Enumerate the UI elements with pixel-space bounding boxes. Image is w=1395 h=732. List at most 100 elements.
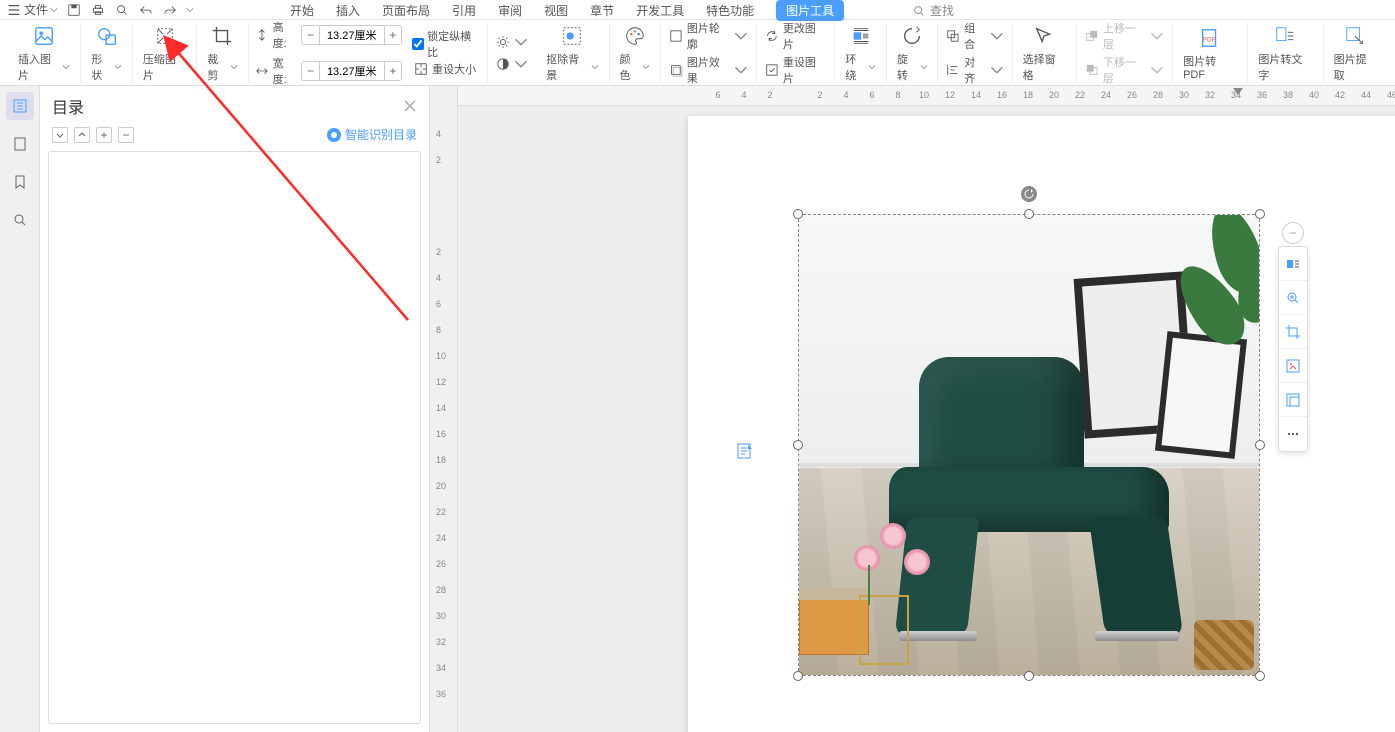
- search-placeholder: 查找: [930, 2, 954, 19]
- picture-effect-button[interactable]: 图片效果: [667, 53, 750, 87]
- height-stepper[interactable]: − +: [301, 25, 402, 45]
- outline-panel: 目录 + − 智能识别目录: [40, 86, 430, 732]
- resize-handle-bl[interactable]: [793, 671, 803, 681]
- resize-handle-mr[interactable]: [1255, 440, 1265, 450]
- sun-icon: [496, 35, 510, 49]
- group-button[interactable]: 组合: [944, 19, 1005, 53]
- resize-handle-br[interactable]: [1255, 671, 1265, 681]
- resize-handle-bc[interactable]: [1024, 671, 1034, 681]
- crop-button[interactable]: 裁剪: [203, 21, 242, 85]
- height-plus[interactable]: +: [384, 26, 401, 44]
- height-minus[interactable]: −: [302, 26, 319, 44]
- sidebar-outline[interactable]: [6, 92, 34, 120]
- save-icon[interactable]: [66, 2, 82, 18]
- sidebar-search[interactable]: [6, 206, 34, 234]
- width-icon: [255, 64, 269, 78]
- send-backward-button[interactable]: 下移一层: [1083, 53, 1166, 87]
- float-layout-icon[interactable]: [1279, 247, 1307, 281]
- remove-bg-button[interactable]: 抠除背景: [542, 21, 602, 85]
- shape-button[interactable]: 形状: [87, 21, 126, 85]
- change-icon: [765, 29, 779, 43]
- tab-chapter[interactable]: 章节: [590, 2, 614, 19]
- tab-start[interactable]: 开始: [290, 2, 314, 19]
- float-replace-icon[interactable]: [1279, 349, 1307, 383]
- change-picture-button[interactable]: 更改图片: [763, 19, 828, 53]
- smart-toc-button[interactable]: 智能识别目录: [327, 126, 417, 143]
- resize-handle-tr[interactable]: [1255, 209, 1265, 219]
- print-icon[interactable]: [90, 2, 106, 18]
- forward-icon: [1085, 29, 1099, 43]
- picture-outline-button[interactable]: 图片轮廓: [667, 19, 750, 53]
- contrast-button[interactable]: [494, 56, 530, 72]
- reset-icon: [765, 63, 779, 77]
- file-label: 文件: [24, 1, 48, 18]
- search-box[interactable]: 查找: [912, 2, 954, 19]
- collapse-icon[interactable]: [52, 127, 68, 143]
- tab-picture-tools[interactable]: 图片工具: [776, 0, 844, 21]
- to-text-button[interactable]: 图片转文字: [1254, 21, 1316, 85]
- tab-insert[interactable]: 插入: [336, 2, 360, 19]
- tab-special[interactable]: 特色功能: [706, 2, 754, 19]
- select-pane-button[interactable]: 选择窗格: [1019, 21, 1070, 85]
- reset-picture-button[interactable]: 重设图片: [763, 53, 828, 87]
- extract-button[interactable]: 图片提取: [1330, 21, 1381, 85]
- selected-image[interactable]: [798, 214, 1260, 676]
- resize-handle-ml[interactable]: [793, 440, 803, 450]
- lock-ratio-checkbox[interactable]: 锁定纵横比: [412, 28, 481, 60]
- vertical-ruler: 4224681012141618202224262830323436: [430, 86, 458, 732]
- outline-icon: [669, 29, 683, 43]
- more-quick-icon[interactable]: [186, 6, 194, 14]
- float-collapse-icon[interactable]: −: [1282, 222, 1304, 244]
- paragraph-anchor-icon[interactable]: [736, 442, 754, 460]
- tab-reference[interactable]: 引用: [452, 2, 476, 19]
- horizontal-ruler: 6422468101214161820222426283032343638404…: [458, 86, 1395, 106]
- preview-icon[interactable]: [114, 2, 130, 18]
- resize-handle-tc[interactable]: [1024, 209, 1034, 219]
- tab-review[interactable]: 审阅: [498, 2, 522, 19]
- wrap-button[interactable]: 环绕: [841, 21, 880, 85]
- search-icon: [912, 4, 926, 18]
- left-sidebar: [0, 86, 40, 732]
- tab-dev[interactable]: 开发工具: [636, 2, 684, 19]
- width-input[interactable]: [320, 65, 384, 77]
- width-plus[interactable]: +: [384, 62, 401, 80]
- compress-picture-button[interactable]: 压缩图片: [139, 21, 190, 85]
- panel-title: 目录: [52, 94, 84, 118]
- insert-picture-button[interactable]: 插入图片: [14, 21, 74, 85]
- file-menu[interactable]: 文件: [6, 1, 58, 18]
- color-button[interactable]: 颜色: [616, 21, 655, 85]
- rotate-icon: [899, 23, 925, 49]
- sidebar-bookmark[interactable]: [6, 168, 34, 196]
- rotate-button[interactable]: 旋转: [893, 21, 932, 85]
- to-pdf-button[interactable]: PDF 图片转PDF: [1179, 23, 1241, 83]
- pdf-icon: PDF: [1197, 25, 1223, 51]
- close-icon[interactable]: [403, 99, 417, 113]
- align-button[interactable]: 对齐: [944, 53, 1005, 87]
- ocr-icon: [1272, 23, 1298, 49]
- effect-icon: [669, 63, 683, 77]
- document-canvas[interactable]: 6422468101214161820222426283032343638404…: [458, 86, 1395, 732]
- sidebar-pages[interactable]: [6, 130, 34, 158]
- undo-icon[interactable]: [138, 2, 154, 18]
- width-minus[interactable]: −: [302, 62, 319, 80]
- float-zoom-icon[interactable]: [1279, 281, 1307, 315]
- ribbon: 插入图片 形状 压缩图片 裁剪 高度: − +: [0, 20, 1395, 86]
- float-crop-icon[interactable]: [1279, 315, 1307, 349]
- bring-forward-button[interactable]: 上移一层: [1083, 19, 1166, 53]
- resize-handle-tl[interactable]: [793, 209, 803, 219]
- height-input[interactable]: [320, 29, 384, 41]
- float-save-icon[interactable]: [1279, 383, 1307, 417]
- group-icon: [946, 29, 960, 43]
- expand-icon[interactable]: [74, 127, 90, 143]
- rotate-handle[interactable]: [1021, 186, 1037, 202]
- reset-size-button[interactable]: 重设大小: [412, 60, 478, 78]
- remove-icon[interactable]: −: [118, 127, 134, 143]
- width-stepper[interactable]: − +: [301, 61, 402, 81]
- add-icon[interactable]: +: [96, 127, 112, 143]
- tab-layout[interactable]: 页面布局: [382, 2, 430, 19]
- backward-icon: [1085, 63, 1099, 77]
- float-more-icon[interactable]: [1279, 417, 1307, 451]
- tab-view[interactable]: 视图: [544, 2, 568, 19]
- brightness-button[interactable]: [494, 34, 530, 50]
- redo-icon[interactable]: [162, 2, 178, 18]
